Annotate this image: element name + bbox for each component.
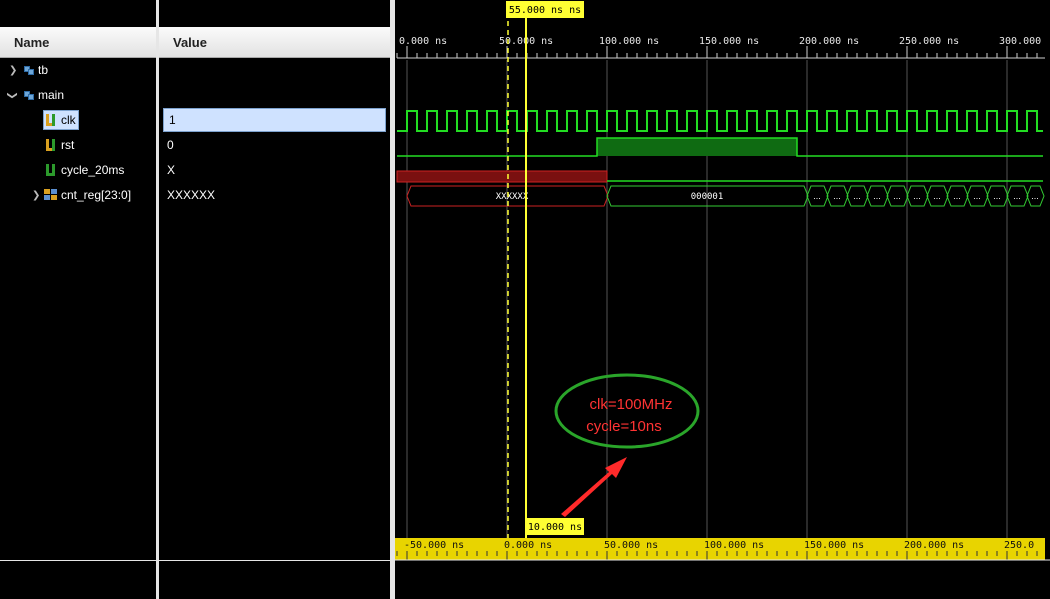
- signal-row-cycle-20ms[interactable]: cycle_20ms: [0, 158, 156, 183]
- cnt-reg-segment-label: ...: [933, 191, 941, 201]
- clk-waveform[interactable]: [397, 110, 1043, 132]
- top-ruler-tick-label: 100.000 ns: [599, 36, 659, 47]
- delta-time-label: 10.000 ns: [528, 522, 582, 533]
- cnt-reg-waveform[interactable]: XXXXXX 000001............................…: [406, 185, 1045, 207]
- chevron-down-icon[interactable]: ❯: [0, 91, 25, 99]
- top-ruler-tick-label: 200.000 ns: [799, 36, 859, 47]
- top-ruler-tick-label: 300.000: [999, 36, 1041, 47]
- cnt-reg-segment-label: ...: [813, 191, 821, 201]
- signal-row-tb[interactable]: ❯ tb: [0, 58, 156, 83]
- logic-signal-icon: [46, 139, 55, 151]
- cycle-20ms-undefined-fill: [396, 170, 608, 183]
- cnt-reg-segment-label: ...: [1013, 191, 1021, 201]
- cnt-reg-segment-label: XXXXXX: [496, 192, 529, 202]
- signal-value-cnt-reg: XXXXXX: [167, 188, 216, 202]
- cnt-reg-segment-label: ...: [893, 191, 901, 201]
- chevron-right-icon[interactable]: ❯: [9, 58, 17, 83]
- signal-name-rst: rst: [61, 138, 75, 152]
- name-column-header[interactable]: Name: [0, 27, 156, 58]
- top-ruler-tick-label: 150.000 ns: [699, 36, 759, 47]
- top-ruler-bg: [395, 0, 1050, 60]
- cycle-20ms-waveform[interactable]: [396, 170, 1043, 183]
- signal-row-rst[interactable]: rst: [0, 133, 156, 158]
- annotation-line-1: clk=100MHz: [590, 396, 673, 413]
- value-column-header[interactable]: Value: [159, 27, 390, 58]
- bottom-ruler-tick-label: 150.000 ns: [804, 540, 864, 551]
- clk-trace: [397, 110, 1043, 132]
- signal-name-cnt-reg: cnt_reg[23:0]: [61, 188, 132, 202]
- waveform-canvas[interactable]: 0.000 ns 50.000 ns 100.000 ns 150.000 ns 200…: [395, 0, 1050, 599]
- signal-value-cycle-20ms: X: [167, 163, 176, 177]
- cnt-reg-segment-label: 000001: [691, 192, 724, 202]
- rst-high-fill: [597, 138, 797, 156]
- annotation-arrow: [561, 457, 627, 517]
- waveform-viewer[interactable]: 0.000 ns 50.000 ns 100.000 ns 150.000 ns 200…: [395, 0, 1050, 599]
- signal-name-tb: tb: [38, 63, 49, 77]
- rst-waveform[interactable]: [397, 137, 1043, 157]
- scope-icon: [24, 66, 35, 76]
- signal-value-clk[interactable]: 1: [163, 108, 386, 132]
- cnt-reg-segment-label: ...: [833, 191, 841, 201]
- bottom-ruler-tick-label: 0.000 ns: [504, 540, 552, 551]
- top-ruler-tick-label: 250.000 ns: [899, 36, 959, 47]
- bottom-ruler-tick-label: -50.000 ns: [404, 540, 464, 551]
- signal-value-main: [159, 83, 390, 108]
- bottom-ruler-tick-label: 50.000 ns: [604, 540, 658, 551]
- column-splitter[interactable]: [156, 0, 159, 599]
- scope-icon: [24, 91, 35, 101]
- signal-name-cycle-20ms: cycle_20ms: [61, 163, 125, 177]
- bottom-ruler-tick-label: 250.0: [1004, 540, 1034, 551]
- signal-value-tb: [159, 58, 390, 83]
- cnt-reg-segment-label: ...: [953, 191, 961, 201]
- cnt-reg-segment-label: ...: [873, 191, 881, 201]
- logic-signal-icon: [46, 164, 55, 176]
- cnt-reg-segment-label: ...: [1031, 191, 1039, 201]
- cnt-reg-segment-label: ...: [853, 191, 861, 201]
- signal-row-cnt-reg[interactable]: ❯ cnt_reg[23:0]: [0, 183, 156, 208]
- signal-row-clk[interactable]: clk: [0, 108, 156, 133]
- signal-row-main[interactable]: ❯ main: [0, 83, 156, 108]
- cnt-reg-segment-label: ...: [973, 191, 981, 201]
- signal-name-clk: clk: [61, 113, 76, 127]
- cnt-reg-segment-label: ...: [913, 191, 921, 201]
- panel-bottom-divider: [0, 560, 391, 561]
- top-ruler-tick-label: 0.000 ns: [399, 36, 447, 47]
- signal-value-rst: 0: [167, 138, 174, 152]
- logic-signal-icon: [46, 114, 55, 126]
- cnt-reg-segment-label: ...: [993, 191, 1001, 201]
- name-panel: Name ❯ tb ❯ main clk rst cycle_20ms ❯ cn…: [0, 0, 156, 599]
- bottom-ruler-tick-label: 100.000 ns: [704, 540, 764, 551]
- annotation-line-2: cycle=10ns: [586, 418, 661, 435]
- cursor-time-label: 55.000 ns ns: [509, 5, 581, 16]
- bottom-ruler-tick-label: 200.000 ns: [904, 540, 964, 551]
- chevron-right-icon[interactable]: ❯: [32, 183, 40, 208]
- signal-name-main: main: [38, 88, 65, 102]
- bus-icon: [44, 189, 57, 200]
